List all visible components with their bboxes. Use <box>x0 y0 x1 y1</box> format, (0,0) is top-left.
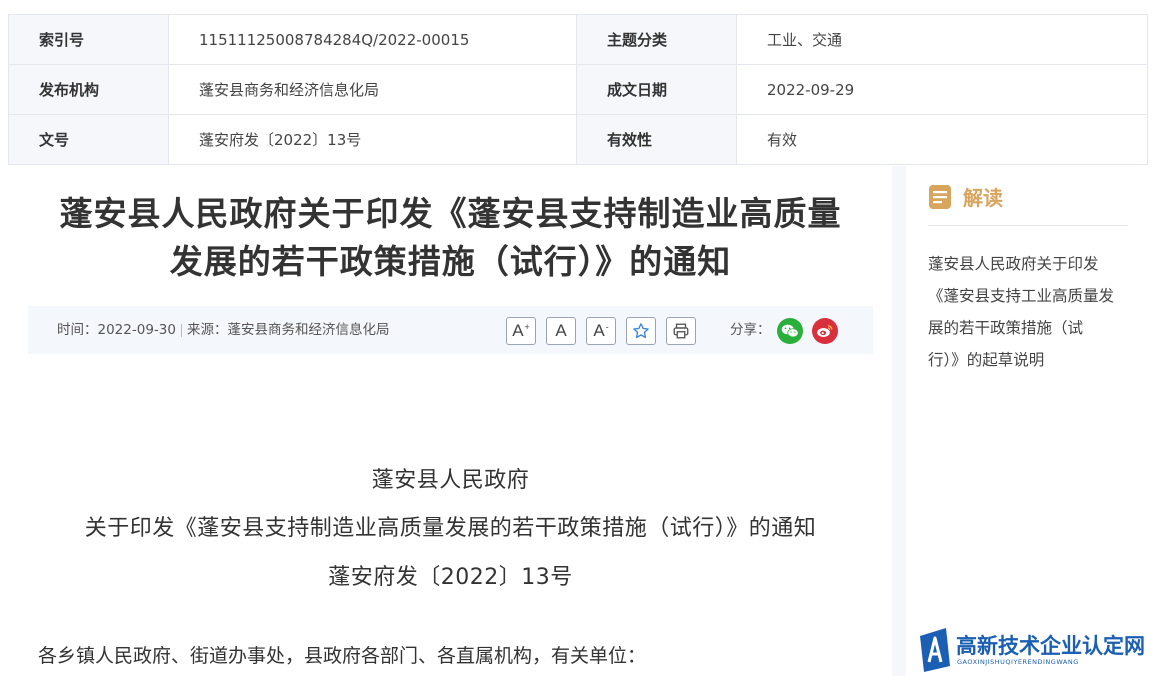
font-default-glyph: A <box>555 321 567 340</box>
document-subject: 关于印发《蓬安县支持制造业高质量发展的若干政策措施（试行）》的通知 <box>84 516 817 541</box>
font-decrease-glyph: A <box>593 321 605 340</box>
font-size-default-button[interactable]: A <box>546 317 576 345</box>
metadata-row: 文号 蓬安府发〔2022〕13号 有效性 有效 <box>9 115 1147 164</box>
info-separator <box>180 323 182 337</box>
font-size-decrease-button[interactable]: A- <box>586 317 616 345</box>
topic-category-label: 主题分类 <box>577 15 737 64</box>
publisher-label: 发布机构 <box>9 65 169 114</box>
document-number: 蓬安府发〔2022〕13号 <box>328 565 573 590</box>
column-divider <box>892 166 906 676</box>
index-number-value: 11511125008784284Q/2022-00015 <box>169 15 577 64</box>
written-date-label: 成文日期 <box>577 65 737 114</box>
article-info-bar: 时间：2022-09-30 来源：蓬安县商务和经济信息化局 A + A A- 分享： <box>28 306 873 354</box>
document-number-value: 蓬安府发〔2022〕13号 <box>169 115 577 164</box>
weibo-share-button[interactable] <box>812 318 838 344</box>
validity-value: 有效 <box>737 115 1147 164</box>
plus-superscript: + <box>524 322 530 332</box>
publisher-value: 蓬安县商务和经济信息化局 <box>169 65 577 114</box>
time-label: 时间： <box>57 322 98 338</box>
document-issuer: 蓬安县人民政府 <box>371 468 530 493</box>
source-label: 来源： <box>186 322 228 338</box>
favorite-button[interactable] <box>626 317 656 345</box>
interpretation-link-line: 展的若干政策措施（试 <box>928 319 1084 337</box>
print-button[interactable] <box>666 317 696 345</box>
wechat-icon <box>781 324 799 338</box>
interpretation-link-line: 行）》的起草说明 <box>928 351 1045 369</box>
article-info: 时间：2022-09-30 来源：蓬安县商务和经济信息化局 <box>57 306 389 354</box>
watermark-text: 高新技术企业认定网 <box>956 634 1145 658</box>
topic-category-value: 工业、交通 <box>737 15 1147 64</box>
article-title: 蓬安县人民政府关于印发《蓬安县支持制造业高质量 发展的若干政策措施（试行）》的通… <box>28 190 873 286</box>
article-title-line-2: 发展的若干政策措施（试行）》的通知 <box>169 242 732 281</box>
written-date-value: 2022-09-29 <box>737 65 1147 114</box>
sidebar-title: 解读 <box>963 186 1003 210</box>
watermark-subtext: GAOXINJISHUQIYERENDINGWANG <box>957 658 1079 666</box>
metadata-row: 索引号 11511125008784284Q/2022-00015 主题分类 工… <box>9 15 1147 65</box>
source-value: 蓬安县商务和经济信息化局 <box>227 322 390 338</box>
article-title-line-1: 蓬安县人民政府关于印发《蓬安县支持制造业高质量 <box>59 194 842 233</box>
logo-mark-icon <box>920 628 950 672</box>
article: 蓬安县人民政府关于印发《蓬安县支持制造业高质量 发展的若干政策措施（试行）》的通… <box>28 166 873 676</box>
font-size-increase-button[interactable]: A + <box>506 317 536 345</box>
metadata-table: 索引号 11511125008784284Q/2022-00015 主题分类 工… <box>8 14 1148 165</box>
share-label: 分享： <box>730 322 771 338</box>
document-number-label: 文号 <box>9 115 169 164</box>
document-icon <box>929 185 951 209</box>
star-icon <box>633 323 649 339</box>
index-number-label: 索引号 <box>9 15 169 64</box>
metadata-row: 发布机构 蓬安县商务和经济信息化局 成文日期 2022-09-29 <box>9 65 1147 115</box>
validity-label: 有效性 <box>577 115 737 164</box>
sidebar-header: 解读 <box>928 184 1128 226</box>
font-increase-glyph: A <box>512 321 524 340</box>
publish-time: 2022-09-30 <box>97 322 176 338</box>
interpretation-link-line: 蓬安县人民政府关于印发 <box>928 255 1099 273</box>
watermark-logo: 高新技术企业认定网 GAOXINJISHUQIYERENDINGWANG <box>914 624 1163 676</box>
salutation: 各乡镇人民政府、街道办事处，县政府各部门、各直属机构，有关单位： <box>38 645 647 667</box>
wechat-share-button[interactable] <box>777 318 803 344</box>
interpretation-link-line: 《蓬安县支持工业高质量发 <box>928 287 1115 305</box>
minus-superscript: - <box>605 322 609 332</box>
printer-icon <box>673 323 689 339</box>
weibo-icon <box>817 325 833 337</box>
interpretation-link[interactable]: 蓬安县人民政府关于印发 《蓬安县支持工业高质量发 展的若干政策措施（试 行）》的… <box>928 248 1128 376</box>
interpretation-sidebar: 解读 蓬安县人民政府关于印发 《蓬安县支持工业高质量发 展的若干政策措施（试 行… <box>928 166 1128 676</box>
